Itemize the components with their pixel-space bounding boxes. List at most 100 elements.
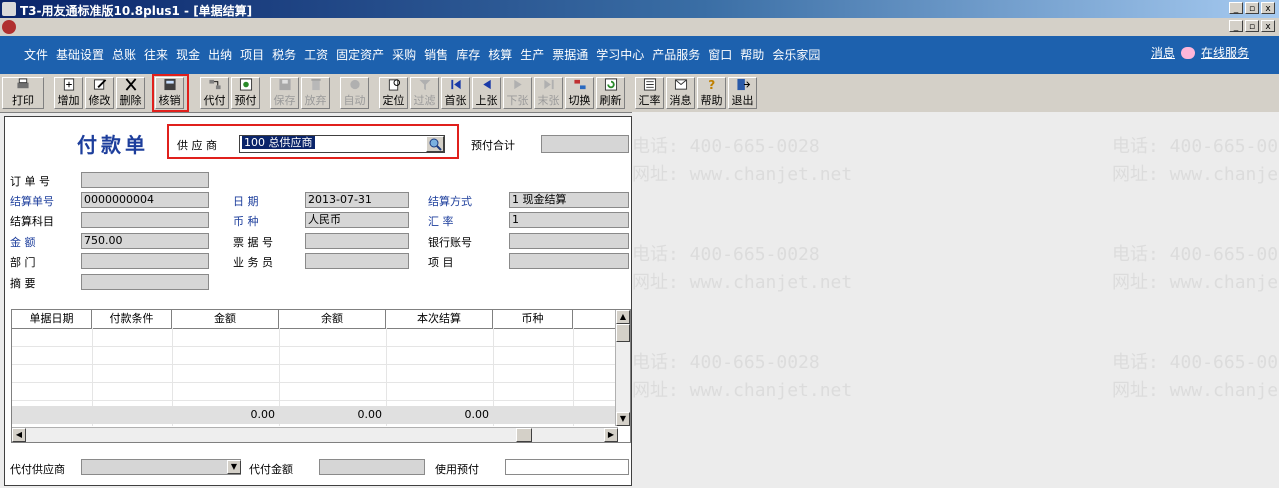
watermark-text: 网址: www.chanjet.net bbox=[632, 272, 853, 293]
table-row[interactable] bbox=[12, 328, 620, 347]
table-row[interactable] bbox=[12, 382, 620, 401]
settle-account-field[interactable] bbox=[81, 212, 209, 228]
restore-button[interactable]: ▫ bbox=[1245, 2, 1259, 14]
online-service-link[interactable]: 在线服务 bbox=[1201, 44, 1249, 61]
date-field[interactable]: 2013-07-31 bbox=[305, 192, 409, 208]
menu-item[interactable]: 生产 bbox=[516, 46, 548, 63]
minimize-button[interactable]: _ bbox=[1229, 2, 1243, 14]
child-restore-button[interactable]: ▫ bbox=[1245, 20, 1259, 32]
menu-item[interactable]: 产品服务 bbox=[648, 46, 704, 63]
next-label: 下张 bbox=[506, 94, 529, 107]
menu-item[interactable]: 往来 bbox=[140, 46, 172, 63]
save-button[interactable]: 保存 bbox=[270, 77, 299, 109]
order-no-field[interactable] bbox=[81, 172, 209, 188]
watermark-text: 网址: www.chanjet.net bbox=[1112, 272, 1279, 293]
bill-no-field[interactable] bbox=[305, 233, 409, 249]
menu-item[interactable]: 销售 bbox=[420, 46, 452, 63]
table-row[interactable] bbox=[12, 346, 620, 365]
discard-button[interactable]: 放弃 bbox=[301, 77, 330, 109]
settle-no-field[interactable]: 0000000004 bbox=[81, 192, 209, 208]
menu-item[interactable]: 现金 bbox=[172, 46, 204, 63]
menu-item[interactable]: 文件 bbox=[20, 46, 52, 63]
locate-button[interactable]: 定位 bbox=[379, 77, 408, 109]
menu-item[interactable]: 总账 bbox=[108, 46, 140, 63]
agent-supplier-field[interactable] bbox=[81, 459, 241, 475]
prepay-button[interactable]: 预付 bbox=[231, 77, 260, 109]
agent-pay-button[interactable]: 代付 bbox=[200, 77, 229, 109]
menu-item[interactable]: 项目 bbox=[236, 46, 268, 63]
agent-amount-field[interactable] bbox=[319, 459, 425, 475]
exchange-rate-button[interactable]: 汇率 bbox=[635, 77, 664, 109]
settle-method-field[interactable]: 1 现金结算 bbox=[509, 192, 629, 208]
refresh-button[interactable]: 刷新 bbox=[596, 77, 625, 109]
horizontal-scrollbar[interactable]: ◀ ▶ bbox=[12, 427, 618, 442]
bank-account-field[interactable] bbox=[509, 233, 629, 249]
table-row[interactable] bbox=[12, 364, 620, 383]
child-close-button[interactable]: x bbox=[1261, 20, 1275, 32]
menu-item[interactable]: 税务 bbox=[268, 46, 300, 63]
menu-item[interactable]: 帮助 bbox=[736, 46, 768, 63]
menu-item[interactable]: 出纳 bbox=[204, 46, 236, 63]
vertical-scroll-thumb[interactable] bbox=[616, 324, 630, 342]
col-current-settle[interactable]: 本次结算 bbox=[386, 310, 493, 328]
vertical-scrollbar[interactable]: ▲ ▼ bbox=[615, 310, 630, 426]
trash-icon bbox=[310, 78, 321, 91]
scroll-down-icon[interactable]: ▼ bbox=[616, 412, 630, 426]
menu-item[interactable]: 会乐家园 bbox=[768, 46, 824, 63]
menu-item[interactable]: 窗口 bbox=[704, 46, 736, 63]
amount-field[interactable]: 750.00 bbox=[81, 233, 209, 249]
menu-items: 文件 基础设置 总账 往来 现金 出纳 项目 税务 工资 固定资产 采购 销售 库存 核算 生产 票据通 学习中… bbox=[20, 46, 824, 63]
child-minimize-button[interactable]: _ bbox=[1229, 20, 1243, 32]
col-payment-terms[interactable]: 付款条件 bbox=[92, 310, 172, 328]
message-button[interactable]: 消息 bbox=[666, 77, 695, 109]
summary-field[interactable] bbox=[81, 274, 209, 290]
salesman-field[interactable] bbox=[305, 253, 409, 269]
print-button[interactable]: 打印 bbox=[2, 77, 44, 109]
col-currency[interactable]: 币种 bbox=[493, 310, 573, 328]
menu-item[interactable]: 核算 bbox=[484, 46, 516, 63]
save-label: 保存 bbox=[273, 94, 296, 107]
auto-button[interactable]: 自动 bbox=[340, 77, 369, 109]
exit-button[interactable]: 退出 bbox=[728, 77, 757, 109]
scroll-right-icon[interactable]: ▶ bbox=[604, 428, 618, 442]
currency-field[interactable]: 人民币 bbox=[305, 212, 409, 228]
col-amount[interactable]: 金额 bbox=[172, 310, 279, 328]
scroll-up-icon[interactable]: ▲ bbox=[616, 310, 630, 324]
first-button[interactable]: 首张 bbox=[441, 77, 470, 109]
agent-supplier-dropdown-icon[interactable]: ▼ bbox=[227, 460, 241, 474]
delete-button[interactable]: 删除 bbox=[116, 77, 145, 109]
modify-button[interactable]: 修改 bbox=[85, 77, 114, 109]
message-link[interactable]: 消息 bbox=[1151, 44, 1175, 61]
help-button[interactable]: ? 帮助 bbox=[697, 77, 726, 109]
col-balance[interactable]: 余额 bbox=[279, 310, 386, 328]
project-field[interactable] bbox=[509, 253, 629, 269]
dept-field[interactable] bbox=[81, 253, 209, 269]
watermark-text: 网址: www.chanjet.net bbox=[632, 380, 853, 401]
add-button[interactable]: 增加 bbox=[54, 77, 83, 109]
col-bill-date[interactable]: 单据日期 bbox=[12, 310, 92, 328]
next-button[interactable]: 下张 bbox=[503, 77, 532, 109]
settlement-grid[interactable]: 单据日期 付款条件 金额 余额 本次结算 币种 0.00 0.00 0.00 ▲… bbox=[11, 309, 631, 443]
use-prepay-field[interactable] bbox=[505, 459, 629, 475]
menu-item[interactable]: 基础设置 bbox=[52, 46, 108, 63]
close-button[interactable]: x bbox=[1261, 2, 1275, 14]
menu-item[interactable]: 采购 bbox=[388, 46, 420, 63]
agent-pay-icon bbox=[208, 79, 221, 90]
menu-item[interactable]: 库存 bbox=[452, 46, 484, 63]
horizontal-scroll-thumb[interactable] bbox=[516, 428, 532, 442]
filter-button[interactable]: 过滤 bbox=[410, 77, 439, 109]
menu-item[interactable]: 工资 bbox=[300, 46, 332, 63]
modify-label: 修改 bbox=[88, 94, 111, 107]
scroll-left-icon[interactable]: ◀ bbox=[12, 428, 26, 442]
switch-button[interactable]: 切换 bbox=[565, 77, 594, 109]
filter-icon bbox=[418, 79, 431, 91]
order-no-label: 订 单 号 bbox=[10, 175, 50, 188]
watermark-text: 网址: www.chanjet.net bbox=[1112, 380, 1279, 401]
menu-item[interactable]: 票据通 bbox=[548, 46, 592, 63]
menu-item[interactable]: 学习中心 bbox=[592, 46, 648, 63]
last-button[interactable]: 末张 bbox=[534, 77, 563, 109]
prev-button[interactable]: 上张 bbox=[472, 77, 501, 109]
watermark-text: 电话: 400-665-0028 bbox=[632, 352, 820, 373]
menu-item[interactable]: 固定资产 bbox=[332, 46, 388, 63]
rate-field[interactable]: 1 bbox=[509, 212, 629, 228]
